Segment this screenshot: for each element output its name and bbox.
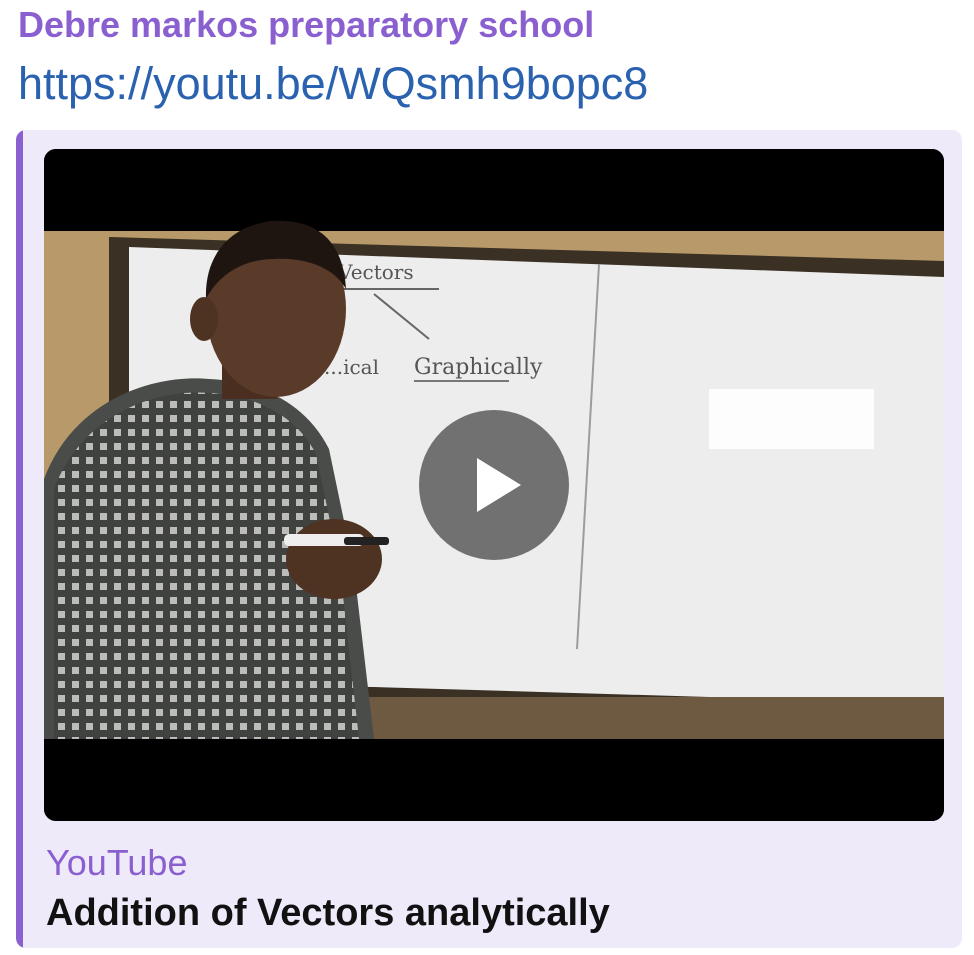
play-icon bbox=[477, 458, 521, 512]
play-button[interactable] bbox=[419, 410, 569, 560]
preview-video-title[interactable]: Addition of Vectors analytically bbox=[46, 892, 610, 935]
message-link[interactable]: https://youtu.be/WQsmh9bopc8 bbox=[18, 58, 648, 110]
chat-message: Debre markos preparatory school https://… bbox=[0, 0, 974, 955]
preview-accent-bar bbox=[16, 130, 23, 948]
board-text-line2-right: Graphically bbox=[414, 355, 543, 380]
sender-name[interactable]: Debre markos preparatory school bbox=[18, 4, 594, 46]
video-thumbnail[interactable]: 1 Vectors ...ical Graphically bbox=[44, 149, 944, 821]
preview-site-name: YouTube bbox=[46, 842, 188, 883]
link-preview-card[interactable]: 1 Vectors ...ical Graphically YouTube Ad… bbox=[16, 130, 962, 948]
